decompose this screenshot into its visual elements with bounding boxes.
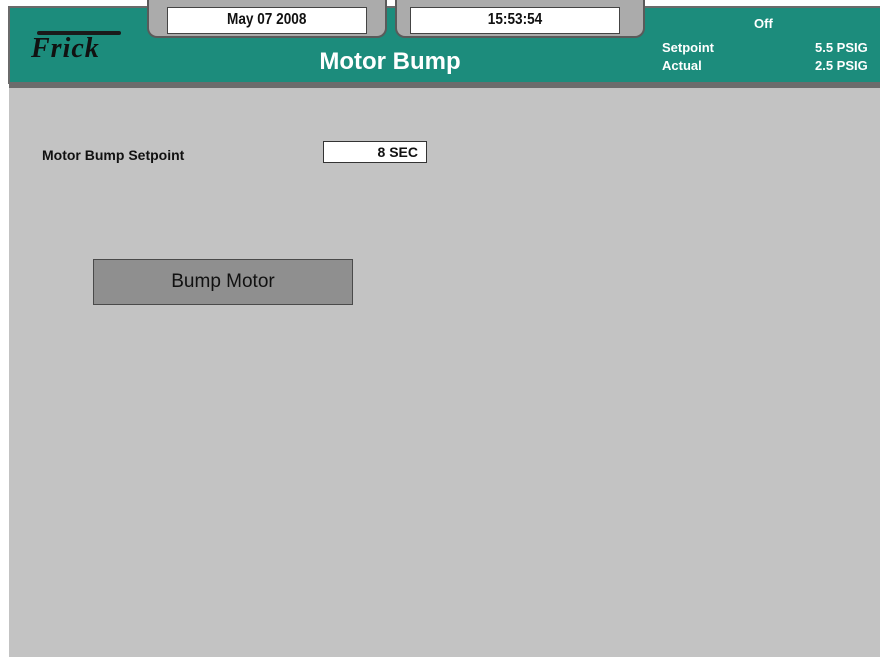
page-title: Motor Bump bbox=[319, 48, 461, 75]
date-text: May 07 2008 bbox=[227, 11, 307, 28]
left-edge bbox=[0, 84, 9, 657]
time-text: 15:53:54 bbox=[487, 11, 543, 28]
header: May 07 2008 15:53:54 Frick Motor Bump Of… bbox=[0, 0, 880, 88]
motor-bump-setpoint-label: Motor Bump Setpoint bbox=[42, 147, 185, 163]
actual-value: 2.5 PSIG bbox=[815, 58, 868, 73]
setpoint-value: 5.5 PSIG bbox=[815, 40, 868, 55]
actual-label: Actual bbox=[662, 58, 702, 73]
logo-text: Frick bbox=[31, 33, 100, 64]
frick-logo: Frick bbox=[31, 26, 126, 64]
date-display: May 07 2008 bbox=[167, 7, 367, 34]
screen bbox=[0, 0, 880, 657]
bump-motor-button[interactable]: Bump Motor bbox=[93, 259, 353, 305]
motor-bump-setpoint-input[interactable]: 8 SEC bbox=[323, 141, 427, 163]
header-divider bbox=[8, 82, 880, 88]
time-display: 15:53:54 bbox=[410, 7, 620, 34]
status-text: Off bbox=[754, 16, 773, 31]
setpoint-label: Setpoint bbox=[662, 40, 714, 55]
